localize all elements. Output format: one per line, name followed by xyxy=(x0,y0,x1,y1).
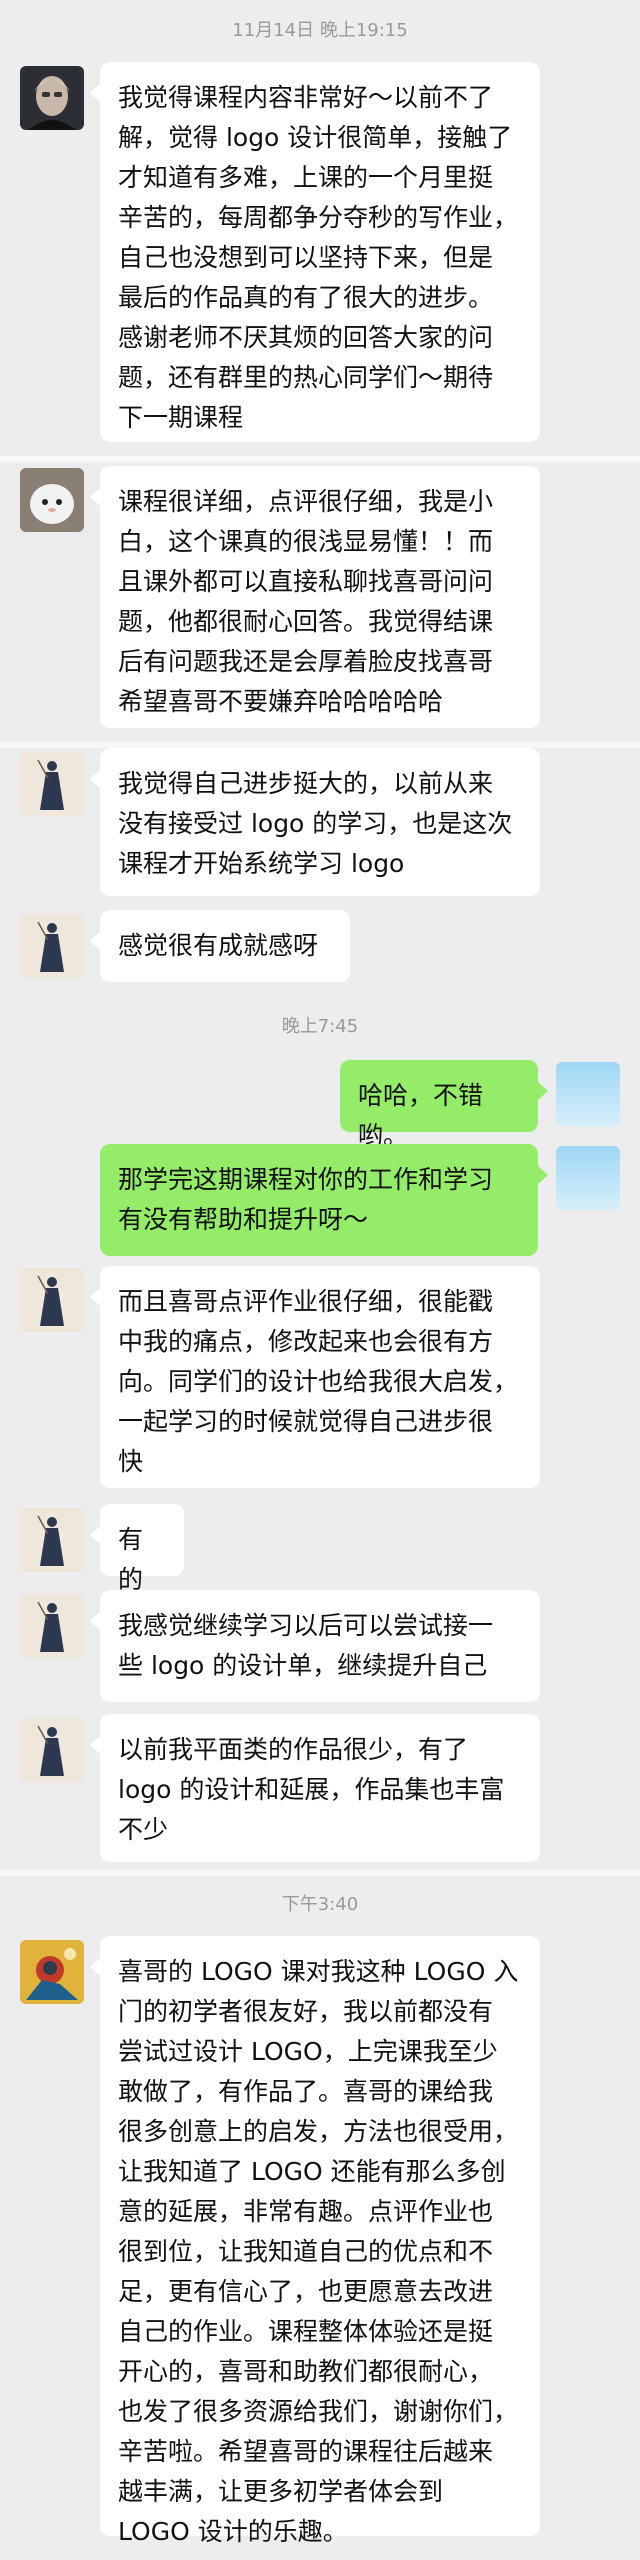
avatar-user4[interactable] xyxy=(20,1940,84,2004)
avatar-girl-icon xyxy=(20,914,84,978)
message-bubble-sent[interactable]: 那学完这期课程对你的工作和学习 有没有帮助和提升呀～ xyxy=(100,1144,548,1256)
screenshot-divider xyxy=(0,456,640,462)
chat-history[interactable]: 11月14日 晚上19:15 我觉得课程内容非常好～以前不了 解，觉得 logo… xyxy=(0,0,640,2560)
avatar-user3[interactable] xyxy=(20,1594,84,1658)
avatar-girl-icon xyxy=(20,752,84,816)
avatar-plush-icon xyxy=(20,468,84,532)
message-bubble[interactable]: 有的 xyxy=(90,1504,184,1594)
message-bubble[interactable]: 我感觉继续学习以后可以尝试接一 些 logo 的设计单，继续提升自己 xyxy=(90,1590,540,1702)
avatar-user3[interactable] xyxy=(20,914,84,978)
timestamp: 下午3:40 xyxy=(281,1894,359,1915)
message-bubble[interactable]: 我觉得课程内容非常好～以前不了 解，觉得 logo 设计很简单，接触了 才知道有… xyxy=(90,62,540,442)
avatar-girl-icon xyxy=(20,1718,84,1782)
avatar-girl-icon xyxy=(20,1594,84,1658)
avatar-user2[interactable] xyxy=(20,468,84,532)
avatar-user3[interactable] xyxy=(20,752,84,816)
avatar-user3[interactable] xyxy=(20,1718,84,1782)
avatar-self[interactable] xyxy=(556,1146,620,1210)
message-bubble[interactable]: 而且喜哥点评作业很仔细，很能戳 中我的痛点，修改起来也会很有方 向。同学们的设计… xyxy=(90,1266,540,1488)
avatar-user3[interactable] xyxy=(20,1508,84,1572)
avatar-girl-icon xyxy=(20,1268,84,1332)
message-bubble[interactable]: 感觉很有成就感呀 xyxy=(90,910,350,982)
avatar-user1[interactable] xyxy=(20,66,84,130)
timestamp: 11月14日 晚上19:15 xyxy=(232,20,408,41)
message-bubble[interactable]: 我觉得自己进步挺大的，以前从来 没有接受过 logo 的学习，也是这次 课程才开… xyxy=(90,748,540,896)
avatar-user3[interactable] xyxy=(20,1268,84,1332)
avatar-illustration-icon xyxy=(20,1940,84,2004)
message-bubble[interactable]: 课程很详细，点评很仔细，我是小 白，这个课真的很浅显易懂！！而 且课外都可以直接… xyxy=(90,466,540,728)
screenshot-divider xyxy=(0,1870,640,1876)
avatar-girl-icon xyxy=(20,1508,84,1572)
message-bubble[interactable]: 以前我平面类的作品很少，有了 logo 的设计和延展，作品集也丰富 不少 xyxy=(90,1714,540,1862)
timestamp: 晚上7:45 xyxy=(281,1016,359,1037)
avatar-sky-icon xyxy=(556,1062,620,1126)
message-bubble[interactable]: 喜哥的 LOGO 课对我这种 LOGO 入 门的初学者很友好，我以前都没有 尝试… xyxy=(90,1936,540,2546)
message-bubble-sent[interactable]: 哈哈，不错哟。 xyxy=(340,1060,548,1150)
avatar-portrait-icon xyxy=(20,66,84,130)
avatar-self[interactable] xyxy=(556,1062,620,1126)
avatar-sky-icon xyxy=(556,1146,620,1210)
